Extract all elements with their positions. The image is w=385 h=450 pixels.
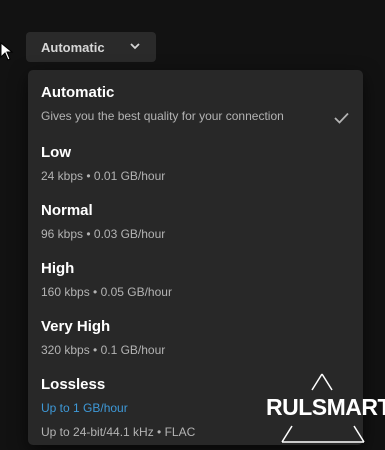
option-title: High [41, 260, 75, 277]
option-title: Normal [41, 202, 93, 219]
option-normal[interactable]: Normal 96 kbps • 0.03 GB/hour [28, 202, 363, 258]
option-title: Lossless [41, 376, 106, 393]
option-description-link[interactable]: Up to 1 GB/hour [41, 401, 128, 415]
option-description: Gives you the best quality for your conn… [41, 109, 284, 123]
chevron-down-icon [130, 43, 140, 50]
option-description: 24 kbps • 0.01 GB/hour [41, 169, 166, 183]
app-window: Automatic Automatic Gives you the best q… [0, 0, 385, 450]
option-title: Low [41, 144, 71, 161]
option-low[interactable]: Low 24 kbps • 0.01 GB/hour [28, 144, 363, 200]
option-description-secondary: Up to 24-bit/44.1 kHz • FLAC [41, 425, 196, 439]
option-high[interactable]: High 160 kbps • 0.05 GB/hour [28, 260, 363, 316]
checkmark-icon [334, 112, 349, 124]
option-title: Automatic [41, 84, 115, 101]
option-very-high[interactable]: Very High 320 kbps • 0.1 GB/hour [28, 318, 363, 374]
option-description: 96 kbps • 0.03 GB/hour [41, 227, 166, 241]
option-description: 160 kbps • 0.05 GB/hour [41, 285, 172, 299]
option-automatic[interactable]: Automatic Gives you the best quality for… [28, 84, 363, 140]
watermark-text: RULSMART [266, 394, 385, 420]
mouse-cursor-icon [0, 42, 14, 61]
audio-quality-select-label: Automatic [41, 39, 105, 55]
option-description: 320 kbps • 0.1 GB/hour [41, 343, 166, 357]
option-title: Very High [41, 318, 111, 335]
audio-quality-select[interactable]: Automatic [26, 32, 156, 62]
